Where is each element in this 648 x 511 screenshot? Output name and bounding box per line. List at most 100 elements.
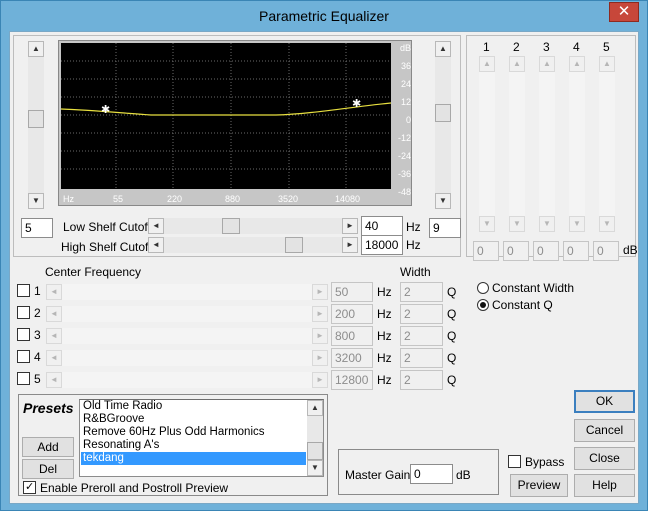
right-range-field[interactable]: 9: [429, 218, 461, 238]
freq-slider-left[interactable]: ◄: [46, 350, 62, 366]
band-enable-checkbox[interactable]: [17, 372, 30, 385]
db-label: 24: [400, 79, 411, 89]
width-field[interactable]: 2: [400, 348, 443, 368]
band-value-field[interactable]: 0: [503, 241, 529, 261]
band-enable-checkbox[interactable]: [17, 350, 30, 363]
freq-slider-track[interactable]: [62, 350, 312, 366]
width-field[interactable]: 2: [400, 282, 443, 302]
preset-item[interactable]: Resonating A's: [81, 439, 306, 452]
right-scroll-down[interactable]: ▼: [435, 193, 451, 209]
right-scroll-track[interactable]: [435, 57, 451, 193]
freq-slider-right[interactable]: ►: [312, 284, 328, 300]
freq-slider-track[interactable]: [62, 284, 312, 300]
ok-button[interactable]: OK: [574, 390, 635, 413]
preset-item[interactable]: tekdang: [81, 452, 306, 465]
freq-slider-right[interactable]: ►: [312, 328, 328, 344]
high-shelf-right[interactable]: ►: [342, 237, 358, 253]
band-scroll-down[interactable]: ▼: [569, 216, 585, 232]
center-freq-field[interactable]: 3200: [331, 348, 373, 368]
band-scroll-track[interactable]: [479, 72, 495, 216]
constant-q-radio[interactable]: [477, 299, 489, 311]
band-scroll-up[interactable]: ▲: [509, 56, 525, 72]
high-shelf-left[interactable]: ◄: [148, 237, 164, 253]
band-value-field[interactable]: 0: [593, 241, 619, 261]
delete-preset-button[interactable]: Del: [22, 459, 74, 479]
band-number: 1: [483, 40, 490, 54]
center-freq-field[interactable]: 12800: [331, 370, 373, 390]
band-number: 3: [543, 40, 550, 54]
high-shelf-value[interactable]: 18000: [361, 235, 403, 255]
low-shelf-thumb[interactable]: [222, 218, 240, 234]
freq-slider-right[interactable]: ►: [312, 350, 328, 366]
eq-plot[interactable]: ✱ ✱: [61, 43, 391, 189]
center-freq-field[interactable]: 200: [331, 304, 373, 324]
add-preset-button[interactable]: Add: [22, 437, 74, 457]
preset-item[interactable]: Old Time Radio: [81, 400, 306, 413]
freq-slider-track[interactable]: [62, 372, 312, 388]
presets-scroll-thumb[interactable]: [307, 442, 323, 460]
freq-slider-left[interactable]: ◄: [46, 328, 62, 344]
freq-slider-left[interactable]: ◄: [46, 372, 62, 388]
right-scroll-thumb[interactable]: [435, 104, 451, 122]
freq-slider-track[interactable]: [62, 328, 312, 344]
band-scroll-up[interactable]: ▲: [599, 56, 615, 72]
close-button[interactable]: Close: [574, 447, 635, 470]
high-shelf-label: High Shelf Cutoff: [61, 240, 152, 254]
eq-graph[interactable]: ✱ ✱ dB 36 24 12 0 -12 -24 -36 -48 Hz 55 …: [58, 40, 412, 206]
freq-label: 14080: [335, 194, 361, 204]
center-freq-field[interactable]: 800: [331, 326, 373, 346]
band-scroll-down[interactable]: ▼: [479, 216, 495, 232]
high-shelf-thumb[interactable]: [285, 237, 303, 253]
preset-item[interactable]: Remove 60Hz Plus Odd Harmonics: [81, 426, 306, 439]
right-scroll-up[interactable]: ▲: [435, 41, 451, 57]
bypass-checkbox[interactable]: [508, 455, 521, 468]
band-scroll-track[interactable]: [599, 72, 615, 216]
band-scroll-up[interactable]: ▲: [539, 56, 555, 72]
band-enable-checkbox[interactable]: [17, 306, 30, 319]
constant-width-radio[interactable]: [477, 282, 489, 294]
band-value-field[interactable]: 0: [473, 241, 499, 261]
high-shelf-track[interactable]: [164, 237, 342, 253]
preroll-checkbox[interactable]: [23, 480, 36, 494]
center-frequency-header: Center Frequency: [45, 265, 142, 279]
close-icon[interactable]: ✕: [609, 2, 639, 22]
left-scroll-thumb[interactable]: [28, 110, 44, 128]
left-range-field[interactable]: 5: [21, 218, 53, 238]
low-shelf-value[interactable]: 40: [361, 216, 403, 236]
band-value-field[interactable]: 0: [533, 241, 559, 261]
band-scroll-up[interactable]: ▲: [479, 56, 495, 72]
width-field[interactable]: 2: [400, 370, 443, 390]
band-enable-checkbox[interactable]: [17, 284, 30, 297]
band-value-field[interactable]: 0: [563, 241, 589, 261]
freq-slider-right[interactable]: ►: [312, 372, 328, 388]
center-freq-field[interactable]: 50: [331, 282, 373, 302]
presets-list[interactable]: Old Time Radio R&BGroove Remove 60Hz Plus …: [79, 399, 324, 477]
preview-button[interactable]: Preview: [510, 474, 568, 497]
presets-scroll-down[interactable]: ▼: [307, 460, 323, 476]
presets-scroll-up[interactable]: ▲: [307, 400, 323, 416]
low-shelf-track[interactable]: [164, 218, 342, 234]
band-scroll-down[interactable]: ▼: [599, 216, 615, 232]
band-number: 2: [513, 40, 520, 54]
preset-item[interactable]: R&BGroove: [81, 413, 306, 426]
width-field[interactable]: 2: [400, 326, 443, 346]
low-shelf-left[interactable]: ◄: [148, 218, 164, 234]
band-scroll-up[interactable]: ▲: [569, 56, 585, 72]
cancel-button[interactable]: Cancel: [574, 419, 635, 442]
band-scroll-track[interactable]: [539, 72, 555, 216]
master-gain-field[interactable]: 0: [410, 464, 453, 484]
freq-slider-right[interactable]: ►: [312, 306, 328, 322]
band-scroll-track[interactable]: [509, 72, 525, 216]
band-scroll-track[interactable]: [569, 72, 585, 216]
help-button[interactable]: Help: [574, 474, 635, 497]
left-scroll-down[interactable]: ▼: [28, 193, 44, 209]
freq-slider-left[interactable]: ◄: [46, 284, 62, 300]
freq-slider-left[interactable]: ◄: [46, 306, 62, 322]
freq-slider-track[interactable]: [62, 306, 312, 322]
width-field[interactable]: 2: [400, 304, 443, 324]
left-scroll-up[interactable]: ▲: [28, 41, 44, 57]
band-enable-checkbox[interactable]: [17, 328, 30, 341]
band-scroll-down[interactable]: ▼: [539, 216, 555, 232]
low-shelf-right[interactable]: ►: [342, 218, 358, 234]
band-scroll-down[interactable]: ▼: [509, 216, 525, 232]
